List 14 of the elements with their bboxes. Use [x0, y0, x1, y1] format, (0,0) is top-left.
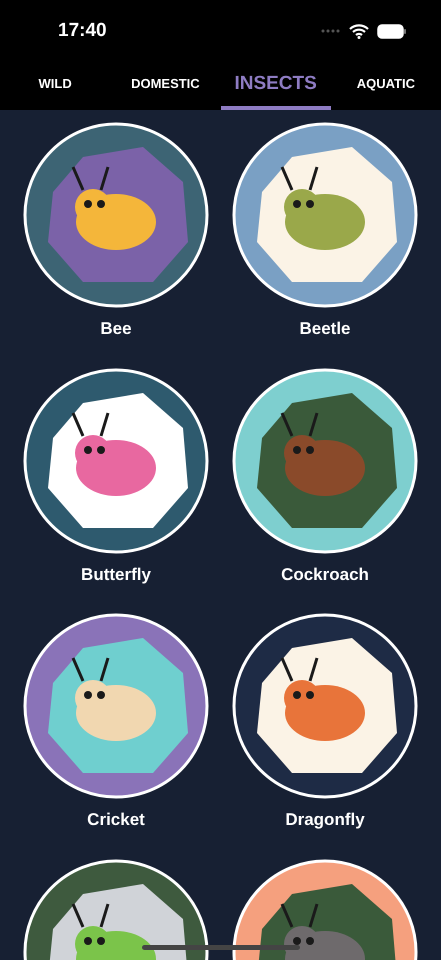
- category-tab[interactable]: INSECTS: [220, 62, 331, 110]
- animal-name: Dragonfly: [285, 809, 365, 831]
- status-time: 17:40: [58, 18, 107, 43]
- animal-name: Beetle: [299, 318, 351, 340]
- signal-icon: [321, 29, 341, 33]
- animal-name: Cockroach: [281, 564, 369, 586]
- category-tab[interactable]: WILD: [0, 62, 110, 110]
- animal-name: Butterfly: [81, 564, 151, 586]
- animal-name: Cricket: [87, 809, 145, 831]
- battery-icon: [377, 24, 407, 38]
- category-tab[interactable]: AQUATIC: [330, 62, 441, 110]
- animal-name: Bee: [100, 318, 132, 340]
- category-tab[interactable]: DOMESTIC: [110, 62, 220, 110]
- wifi-icon: [349, 24, 369, 38]
